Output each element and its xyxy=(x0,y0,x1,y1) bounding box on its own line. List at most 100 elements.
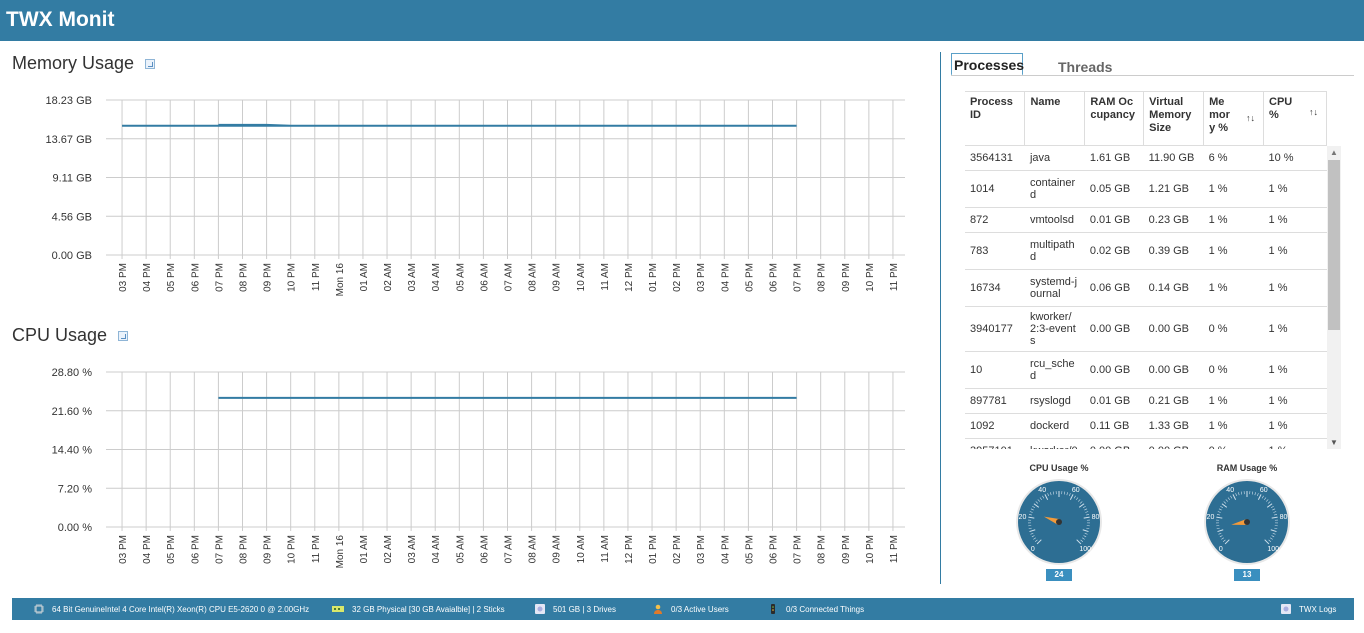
memory-usage-title: Memory Usage xyxy=(12,53,135,73)
table-row[interactable]: 3940177 kworker/2:3-events 0.00 GB 0.00 GB 0… xyxy=(965,306,1327,352)
x-tick-label: 05 PM xyxy=(166,535,177,564)
x-tick-label: 07 AM xyxy=(504,263,515,291)
table-cell: 1 % xyxy=(1263,351,1327,389)
table-cell: 0.01 GB xyxy=(1084,207,1144,233)
x-tick-label: 08 PM xyxy=(817,535,828,564)
table-cell: kworker/2:3-events xyxy=(1024,306,1085,352)
x-tick-label: 04 AM xyxy=(431,535,442,563)
table-row[interactable]: 783 multipathd 0.02 GB 0.39 GB 1 % 1 % xyxy=(965,232,1327,270)
device-icon xyxy=(771,604,775,614)
table-cell: 1.33 GB xyxy=(1143,413,1204,439)
x-tick-label: Mon 16 xyxy=(335,535,346,569)
table-cell: 6 % xyxy=(1203,145,1264,171)
x-tick-label: 01 PM xyxy=(648,535,659,564)
table-cell: 1 % xyxy=(1203,269,1264,307)
table-row[interactable]: 1014 containerd 0.05 GB 1.21 GB 1 % 1 % xyxy=(965,170,1327,208)
x-tick-label: 09 PM xyxy=(841,535,852,564)
scroll-down-icon[interactable]: ▼ xyxy=(1330,438,1338,447)
sort-icon[interactable]: ↑↓ xyxy=(1246,112,1255,125)
x-tick-label: Mon 16 xyxy=(335,263,346,297)
x-tick-label: 05 PM xyxy=(166,263,177,292)
table-row[interactable]: 10 rcu_sched 0.00 GB 0.00 GB 0 % 1 % xyxy=(965,351,1327,389)
footer-disk-text: 501 GB | 3 Drives xyxy=(553,604,616,614)
memory-expand-icon[interactable] xyxy=(145,59,155,69)
table-cell: 0 % xyxy=(1203,438,1264,449)
table-cell: 1 % xyxy=(1203,232,1264,270)
header-name[interactable]: Name xyxy=(1024,91,1086,146)
footer-logs-link[interactable]: TWX Logs xyxy=(1281,598,1336,620)
table-cell: 1 % xyxy=(1263,232,1327,270)
header-memory-percent-label: Memory % xyxy=(1209,96,1230,134)
x-tick-label: 03 PM xyxy=(696,535,707,564)
header-cpu-percent[interactable]: CPU % ↑↓ xyxy=(1263,91,1327,146)
table-cell: 0.02 GB xyxy=(1084,232,1144,270)
gauge-tick-label: 100 xyxy=(1267,546,1279,553)
header-ram-occupancy[interactable]: RAM Occupancy xyxy=(1084,91,1145,146)
y-tick-label: 9.11 GB xyxy=(52,173,92,185)
table-cell: 0.11 GB xyxy=(1084,413,1144,439)
header-memory-percent[interactable]: Memory % ↑↓ xyxy=(1203,91,1265,146)
status-footer: 64 Bit GenuineIntel 4 Core Intel(R) Xeon… xyxy=(12,598,1354,620)
x-tick-label: 07 AM xyxy=(504,535,515,563)
table-row[interactable]: 897781 rsyslogd 0.01 GB 0.21 GB 1 % 1 % xyxy=(965,388,1327,414)
table-cell: 1 % xyxy=(1263,306,1327,352)
table-cell: rcu_sched xyxy=(1024,351,1085,389)
x-tick-label: 04 AM xyxy=(431,263,442,291)
table-scrollbar[interactable]: ▲ ▼ xyxy=(1327,146,1341,449)
x-tick-label: 04 PM xyxy=(142,535,153,564)
process-table-container: Process ID Name RAM Occupancy Virtual Me… xyxy=(965,91,1343,449)
x-tick-label: 05 AM xyxy=(455,535,466,563)
table-cell: 1.61 GB xyxy=(1084,145,1144,171)
footer-things-info: 0/3 Connected Things xyxy=(768,598,864,620)
tab-processes[interactable]: Processes xyxy=(951,53,1024,76)
cpu-expand-icon[interactable] xyxy=(118,331,128,341)
header-virtual-memory-size[interactable]: Virtual Memory Size xyxy=(1143,91,1205,146)
x-tick-label: 03 AM xyxy=(407,263,418,291)
table-cell: 3940177 xyxy=(965,306,1025,352)
table-cell: 0 % xyxy=(1203,351,1264,389)
scroll-thumb[interactable] xyxy=(1328,160,1340,330)
logs-icon xyxy=(1281,604,1291,614)
top-bar: TWX Monit xyxy=(0,0,1364,41)
header-process-id[interactable]: Process ID xyxy=(965,91,1026,146)
process-table: Process ID Name RAM Occupancy Virtual Me… xyxy=(965,91,1327,449)
table-row[interactable]: 1092 dockerd 0.11 GB 1.33 GB 1 % 1 % xyxy=(965,413,1327,439)
cpu-usage-gauge: 0 20 40 60 80 100 xyxy=(1016,479,1102,565)
sort-icon[interactable]: ↑↓ xyxy=(1309,106,1318,119)
table-row[interactable]: 3957101kworker/00.00 GB0.00 GB0 %1 % xyxy=(965,438,1327,449)
table-cell: systemd-journal xyxy=(1024,269,1085,307)
table-cell: 1 % xyxy=(1203,207,1264,233)
x-tick-label: 10 AM xyxy=(576,535,587,563)
x-tick-label: 12 PM xyxy=(624,263,635,292)
table-cell: 0.01 GB xyxy=(1084,388,1144,414)
x-tick-label: 08 PM xyxy=(239,263,250,292)
x-tick-label: 05 PM xyxy=(744,263,755,292)
table-cell: 0.06 GB xyxy=(1084,269,1144,307)
scroll-up-icon[interactable]: ▲ xyxy=(1330,148,1338,157)
x-tick-label: 10 AM xyxy=(576,263,587,291)
x-tick-label: 06 PM xyxy=(769,263,780,292)
panel-divider xyxy=(940,52,941,584)
table-cell: containerd xyxy=(1024,170,1085,208)
x-tick-label: 01 AM xyxy=(359,263,370,291)
table-cell: 1 % xyxy=(1263,438,1327,449)
table-cell: 0.00 GB xyxy=(1084,438,1144,449)
table-cell: 1.21 GB xyxy=(1143,170,1204,208)
x-tick-label: 11 AM xyxy=(600,263,611,291)
cpu-gauge-title: CPU Usage % xyxy=(1029,463,1089,473)
table-row[interactable]: 3564131 java 1.61 GB 11.90 GB 6 % 10 % xyxy=(965,145,1327,171)
x-tick-label: 04 PM xyxy=(720,535,731,564)
table-row[interactable]: 16734 systemd-journal 0.06 GB 0.14 GB 1 % 1 % xyxy=(965,269,1327,307)
footer-logs-text[interactable]: TWX Logs xyxy=(1299,605,1336,614)
x-tick-label: 06 PM xyxy=(769,535,780,564)
x-tick-label: 02 PM xyxy=(672,263,683,292)
x-tick-label: 07 PM xyxy=(793,535,804,564)
table-row[interactable]: 872 vmtoolsd 0.01 GB 0.23 GB 1 % 1 % xyxy=(965,207,1327,233)
cpu-gauge-value: 24 xyxy=(1046,569,1072,581)
x-tick-label: 03 PM xyxy=(118,263,129,292)
x-tick-label: 04 PM xyxy=(142,263,153,292)
table-cell: java xyxy=(1024,145,1085,171)
footer-cpu-text: 64 Bit GenuineIntel 4 Core Intel(R) Xeon… xyxy=(52,604,310,614)
gauge-tick-label: 80 xyxy=(1092,514,1100,521)
table-cell: 0.00 GB xyxy=(1084,351,1144,389)
